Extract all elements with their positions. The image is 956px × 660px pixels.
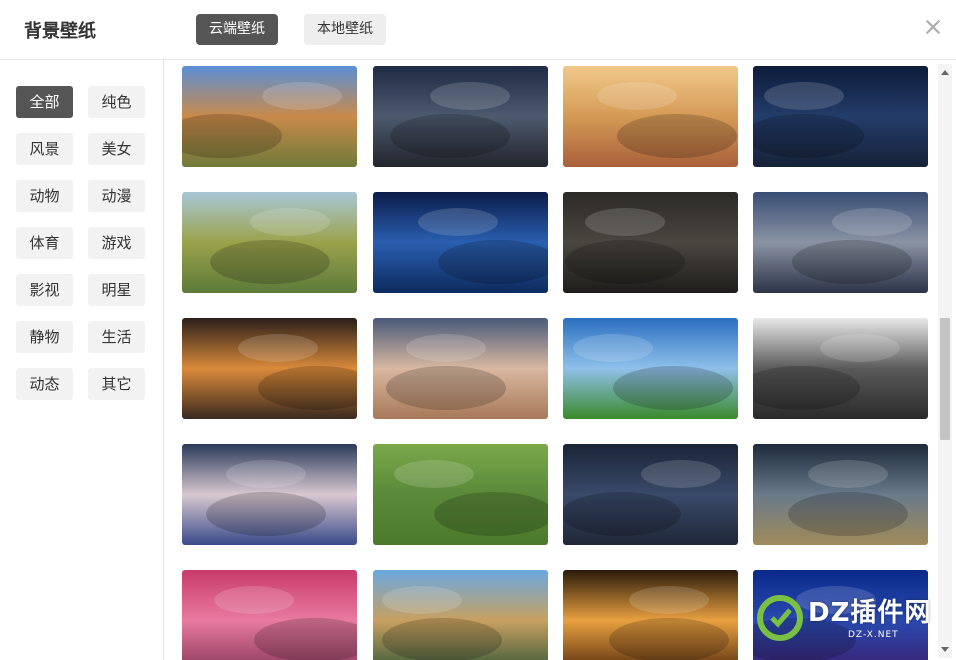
wallpaper-thumbnail[interactable]: [182, 66, 357, 167]
watermark-text: DZ插件网: [808, 598, 932, 628]
wallpaper-image: [182, 318, 357, 419]
category-other[interactable]: 其它: [88, 368, 145, 400]
category-all[interactable]: 全部: [16, 86, 73, 118]
wallpaper-image: [563, 444, 738, 545]
wallpaper-thumbnail[interactable]: [753, 192, 928, 293]
wallpaper-thumbnail[interactable]: [753, 318, 928, 419]
wallpaper-image: [373, 570, 548, 660]
tab-cloud-wallpaper[interactable]: 云端壁纸: [196, 14, 278, 45]
category-scenery[interactable]: 风景: [16, 133, 73, 165]
category-solid[interactable]: 纯色: [88, 86, 145, 118]
category-sports[interactable]: 体育: [16, 227, 73, 259]
close-icon[interactable]: [920, 14, 946, 40]
category-games[interactable]: 游戏: [88, 227, 145, 259]
wallpaper-image: [753, 318, 928, 419]
wallpaper-image: [753, 192, 928, 293]
wallpaper-thumbnail[interactable]: [373, 570, 548, 660]
wallpaper-image: [373, 192, 548, 293]
wallpaper-image: [373, 444, 548, 545]
category-still-life[interactable]: 静物: [16, 321, 73, 353]
wallpaper-grid: [165, 60, 936, 660]
watermark-subtext: DZ-X.NET: [848, 630, 899, 640]
wallpaper-thumbnail[interactable]: [182, 318, 357, 419]
wallpaper-thumbnail[interactable]: [563, 318, 738, 419]
header: 背景壁纸 云端壁纸 本地壁纸: [0, 0, 956, 60]
wallpaper-image: [563, 318, 738, 419]
category-dynamic[interactable]: 动态: [16, 368, 73, 400]
category-animal[interactable]: 动物: [16, 180, 73, 212]
watermark-logo-icon: [757, 595, 803, 641]
wallpaper-image: [182, 444, 357, 545]
wallpaper-thumbnail[interactable]: [563, 444, 738, 545]
wallpaper-thumbnail[interactable]: [563, 66, 738, 167]
wallpaper-thumbnail[interactable]: [563, 570, 738, 660]
wallpaper-image: [182, 66, 357, 167]
wallpaper-image: [563, 570, 738, 660]
wallpaper-thumbnail[interactable]: [373, 192, 548, 293]
wallpaper-image: [563, 66, 738, 167]
category-film[interactable]: 影视: [16, 274, 73, 306]
wallpaper-thumbnail[interactable]: [182, 570, 357, 660]
scrollbar-thumb[interactable]: [940, 318, 950, 440]
wallpaper-thumbnail[interactable]: [182, 444, 357, 545]
watermark: DZ插件网 DZ-X.NET: [756, 590, 936, 650]
category-stars[interactable]: 明星: [88, 274, 145, 306]
wallpaper-image: [182, 570, 357, 660]
wallpaper-thumbnail[interactable]: [373, 66, 548, 167]
wallpaper-image: [753, 66, 928, 167]
wallpaper-thumbnail[interactable]: [753, 66, 928, 167]
category-anime[interactable]: 动漫: [88, 180, 145, 212]
scroll-up-icon[interactable]: [941, 70, 949, 75]
scroll-down-icon[interactable]: [941, 647, 949, 652]
wallpaper-image: [373, 318, 548, 419]
category-sidebar: 全部 纯色 风景 美女 动物 动漫 体育 游戏 影视 明星 静物 生活 动态 其…: [0, 60, 164, 660]
wallpaper-thumbnail[interactable]: [753, 444, 928, 545]
wallpaper-image: [182, 192, 357, 293]
scrollbar[interactable]: [938, 64, 952, 658]
wallpaper-thumbnail[interactable]: [373, 444, 548, 545]
wallpaper-image: [373, 66, 548, 167]
wallpaper-thumbnail[interactable]: [563, 192, 738, 293]
wallpaper-thumbnail[interactable]: [182, 192, 357, 293]
category-beauty[interactable]: 美女: [88, 133, 145, 165]
category-life[interactable]: 生活: [88, 321, 145, 353]
dialog-title: 背景壁纸: [24, 21, 96, 42]
wallpaper-image: [753, 444, 928, 545]
tab-local-wallpaper[interactable]: 本地壁纸: [304, 14, 386, 45]
wallpaper-image: [563, 192, 738, 293]
wallpaper-thumbnail[interactable]: [373, 318, 548, 419]
